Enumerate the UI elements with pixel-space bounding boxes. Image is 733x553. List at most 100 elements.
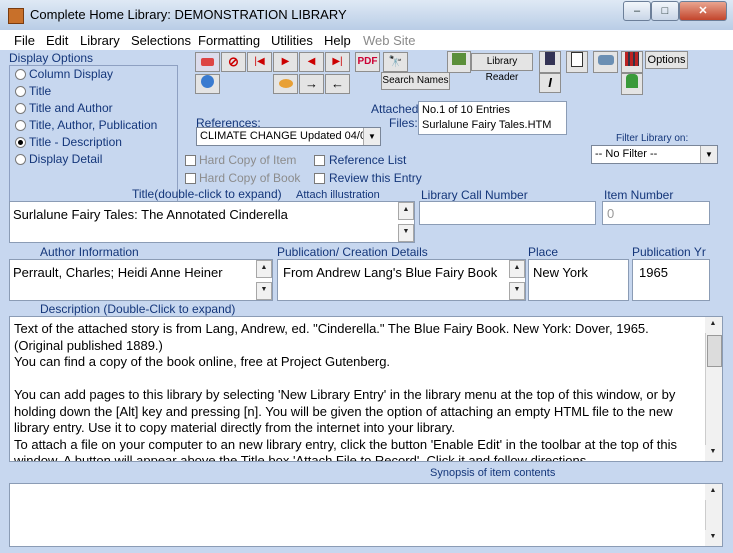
no-edit-icon[interactable]: ⊘ — [221, 52, 246, 72]
menu-selections[interactable]: Selections — [131, 33, 191, 48]
hard-copy-book-label: Hard Copy of Book — [199, 171, 301, 185]
radio-label-title-author: Title and Author — [29, 101, 113, 115]
publication-field[interactable]: From Andrew Lang's Blue Fairy Book ▲ ▼ — [277, 259, 526, 301]
scroll-up-icon[interactable]: ▲ — [705, 484, 721, 500]
radio-label-title-description: Title - Description — [29, 135, 122, 149]
binoculars-icon[interactable]: 🔭 — [383, 52, 408, 72]
menu-file[interactable]: File — [14, 33, 35, 48]
scroll-down-icon[interactable]: ▼ — [705, 530, 721, 546]
publication-year-field[interactable]: 1965 — [632, 259, 710, 301]
item-number-value: 0 — [607, 206, 615, 221]
person-icon[interactable] — [621, 73, 643, 95]
pdf-button[interactable]: PDF — [355, 52, 380, 72]
radio-label-display-detail: Display Detail — [29, 152, 103, 166]
options-button[interactable]: Options — [645, 51, 688, 69]
menu-bar: File Edit Library Selections Formatting … — [0, 30, 733, 50]
radio-title[interactable] — [15, 86, 26, 97]
close-button[interactable]: ✕ — [679, 1, 727, 21]
publication-year-value: 1965 — [639, 265, 668, 280]
radio-column-display[interactable] — [15, 69, 26, 80]
client-area: Display Options Column Display Title Tit… — [0, 50, 733, 553]
radio-title-author[interactable] — [15, 103, 26, 114]
minimize-button[interactable]: – — [623, 1, 651, 21]
scroll-down-icon[interactable]: ▼ — [509, 282, 525, 300]
filter-label: Filter Library on: — [616, 133, 689, 144]
scroll-up-icon[interactable]: ▲ — [509, 260, 525, 278]
app-window: Complete Home Library: DEMONSTRATION LIB… — [0, 0, 733, 553]
bookshelf-icon[interactable] — [621, 51, 643, 73]
menu-library[interactable]: Library — [80, 33, 120, 48]
eye-icon[interactable] — [273, 74, 298, 94]
synopsis-field[interactable]: ▲ ▼ — [9, 483, 723, 547]
call-number-field[interactable] — [419, 201, 596, 225]
radio-label-column-display: Column Display — [29, 67, 114, 81]
menu-help[interactable]: Help — [324, 33, 351, 48]
description-paragraph — [14, 371, 696, 388]
files-label: Files: — [389, 116, 418, 130]
title-value: Surlalune Fairy Tales: The Annotated Cin… — [13, 207, 288, 222]
description-paragraph: You can add pages to this library by sel… — [14, 387, 676, 435]
scroll-down-icon[interactable]: ▼ — [256, 282, 272, 300]
library-reader-button[interactable]: Library Reader — [471, 53, 533, 83]
back-arrow-button[interactable]: ← — [325, 74, 350, 94]
place-field[interactable]: New York — [528, 259, 629, 301]
radio-title-author-publication[interactable] — [15, 120, 26, 131]
hard-copy-item-checkbox[interactable] — [185, 155, 196, 166]
title-field[interactable]: Surlalune Fairy Tales: The Annotated Cin… — [9, 201, 415, 243]
radio-title-description[interactable] — [15, 137, 26, 148]
menu-web-site[interactable]: Web Site — [363, 33, 416, 48]
chevron-down-icon: ▼ — [363, 128, 380, 145]
radio-label-title: Title — [29, 84, 52, 98]
handshake-icon[interactable] — [593, 51, 618, 73]
globe-icon[interactable] — [195, 74, 220, 94]
item-number-field[interactable]: 0 — [602, 201, 710, 225]
menu-utilities[interactable]: Utilities — [271, 33, 313, 48]
publication-year-label: Publication Yr — [632, 245, 706, 259]
attached-files-list[interactable]: No.1 of 10 Entries Surlalune Fairy Tales… — [418, 101, 567, 135]
scroll-up-icon[interactable]: ▲ — [705, 317, 721, 333]
references-dropdown[interactable]: CLIMATE CHANGE Updated 04/02/ ▼ — [196, 127, 381, 146]
radio-display-detail[interactable] — [15, 154, 26, 165]
menu-edit[interactable]: Edit — [46, 33, 68, 48]
publication-label: Publication/ Creation Details — [277, 245, 428, 259]
scrollbar-thumb[interactable] — [707, 335, 722, 367]
radio-label-title-author-publication: Title, Author, Publication — [29, 118, 158, 132]
window-title: Complete Home Library: DEMONSTRATION LIB… — [30, 7, 347, 22]
scroll-up-icon[interactable]: ▲ — [256, 260, 272, 278]
scroll-down-icon[interactable]: ▼ — [705, 445, 721, 461]
last-record-button[interactable]: ▶| — [325, 52, 350, 72]
next-record-button[interactable]: ▶ — [273, 52, 298, 72]
place-label: Place — [528, 245, 559, 259]
attach-illustration-label[interactable]: Attach illustration — [296, 189, 380, 201]
scroll-up-icon[interactable]: ▲ — [398, 202, 414, 220]
search-names-button[interactable]: Search Names — [381, 72, 450, 90]
calculator-icon[interactable] — [539, 51, 561, 73]
menu-formatting[interactable]: Formatting — [198, 33, 260, 48]
first-record-button[interactable]: |◀ — [247, 52, 272, 72]
references-value: CLIMATE CHANGE Updated 04/02/ — [200, 130, 376, 142]
description-label: Description (Double-Click to expand) — [40, 302, 236, 316]
maximize-button[interactable]: □ — [651, 1, 679, 21]
hard-copy-book-checkbox[interactable] — [185, 173, 196, 184]
eraser-icon[interactable] — [195, 52, 220, 72]
item-number-label: Item Number — [604, 188, 674, 202]
app-icon — [8, 8, 24, 24]
attached-file-name[interactable]: Surlalune Fairy Tales.HTM — [422, 119, 551, 131]
italic-button[interactable]: I — [539, 73, 561, 93]
synopsis-label: Synopsis of item contents — [430, 467, 556, 479]
synopsis-scrollbar[interactable]: ▲ ▼ — [705, 484, 722, 546]
description-scrollbar[interactable]: ▲ ▼ — [705, 317, 722, 461]
book-reader-icon[interactable] — [447, 51, 471, 73]
review-entry-checkbox[interactable] — [314, 173, 325, 184]
filter-dropdown[interactable]: -- No Filter -- ▼ — [591, 145, 718, 164]
reference-list-checkbox[interactable] — [314, 155, 325, 166]
author-field[interactable]: Perrault, Charles; Heidi Anne Heiner ▲ ▼ — [9, 259, 273, 301]
previous-record-button[interactable]: ◀ — [299, 52, 324, 72]
author-value: Perrault, Charles; Heidi Anne Heiner — [13, 265, 223, 280]
description-field[interactable]: Text of the attached story is from Lang,… — [9, 316, 723, 462]
forward-arrow-button[interactable]: → — [299, 74, 324, 94]
attached-label: Attached — [371, 102, 419, 116]
review-entry-label: Review this Entry — [329, 171, 422, 185]
scroll-down-icon[interactable]: ▼ — [398, 224, 414, 242]
print-preview-icon[interactable] — [566, 51, 588, 73]
